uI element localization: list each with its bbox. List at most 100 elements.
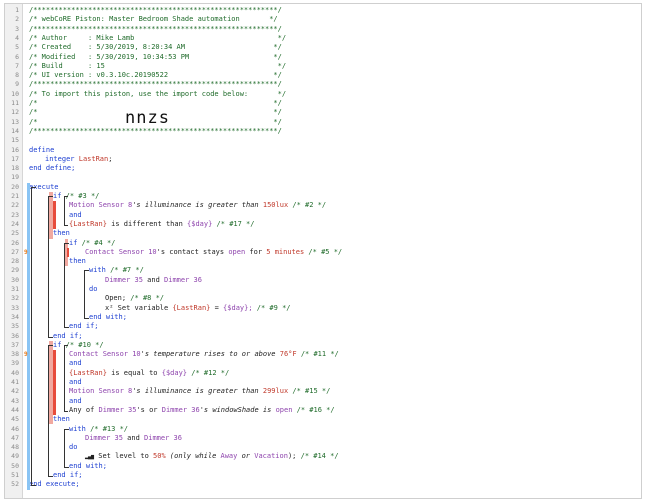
code-line: end execute; [29,480,80,489]
restriction-text: (only while [169,452,217,461]
restriction-text: or [241,452,251,461]
comment-text: /* #12 */ [191,368,230,377]
code-editor[interactable]: 1 2 3 4 5 6 7 8 9 10 11 12 13 14 15 16 17 18 19 20 21 22 23 24 2… [4,3,642,499]
code-line: do [69,443,77,452]
attribute-text: 's illuminance is greater than [132,201,259,210]
code-line: {LastRan} is different than {$day} /* #1… [69,219,255,228]
keyword: end if; [69,322,99,331]
code-line: end with; [69,462,107,471]
keyword: with [89,266,106,275]
comment-text: /***************************************… [29,126,282,135]
code-line: /* */ [29,99,282,108]
code-line: Dimmer 35 and Dimmer 36 [105,275,202,284]
code-line: Any of Dimmer 35's or Dimmer 36's window… [69,405,335,414]
code-line: end define; [29,164,75,173]
keyword: if [53,192,62,200]
block-bracket [64,344,68,412]
code-line: /***************************************… [29,80,282,89]
code-line: /* webCoRE Piston: Master Bedroom Shade … [29,15,278,24]
code-line: if /* #4 */ [69,239,115,248]
condition-active-bar [53,201,56,230]
code-line: Contact Sensor 10's contact stays open f… [85,247,343,256]
code-line: integer LastRan; [45,154,113,163]
comment-text: /***************************************… [29,24,282,33]
code-line: {LastRan} is equal to {$day} /* #12 */ [69,368,230,377]
keyword: do [69,443,78,452]
keyword: end if; [53,471,83,479]
keyword: if [53,340,62,349]
keyword: end with; [69,461,107,470]
variable-name: {LastRan} [69,219,107,228]
code-line: /***************************************… [29,25,282,34]
condition-active-bar [53,350,56,416]
comment-text: /***************************************… [29,80,282,89]
comment-text: /* #15 */ [292,387,331,396]
keyword: and [69,396,82,405]
comment-text: /* #7 */ [110,266,144,275]
keyword: do [89,285,98,293]
comment-text: /* UI version : v0.3.10c.20190522 */ [29,71,282,80]
device-name: Contact Sensor 10 [69,350,141,359]
comment-text: /* #9 */ [256,303,291,312]
attribute-text: 's temperature rises to or above [140,350,276,359]
block-bracket [64,428,69,468]
code-line: and [69,397,82,406]
comment-text: /* Created : 5/30/2019, 8:20:34 AM */ [29,43,282,52]
device-name: Contact Sensor 10 [85,247,157,256]
code-line: /***************************************… [29,6,282,15]
code-line: end if; [69,322,99,331]
code-line: Motion Sensor 8's illuminance is greater… [69,201,326,210]
warning-icon[interactable]: 9 [24,249,28,256]
value-text: {$day} [161,368,188,377]
block-bracket [48,196,53,338]
comment-text: /* #13 */ [90,424,129,433]
attribute-text: 's windowShade is [199,405,272,414]
keyword: then [53,229,70,238]
code-line: Dimmer 35 and Dimmer 36 [85,433,182,442]
device-name: Dimmer 35 [85,433,123,442]
signal-level-icon: ▂▄▆ [85,454,95,461]
variable-name: LastRan [78,154,109,163]
comment-text: /* #3 */ [65,192,100,200]
numeric-value: 150lux [262,201,289,210]
keyword: integer [45,154,75,163]
device-name: Dimmer 35 [98,405,137,414]
code-line: with /* #13 */ [69,425,128,434]
block-bracket [64,196,68,226]
comment-text: /* Author : Mike Lamb */ [29,33,287,42]
device-name: Dimmer 35 [105,275,143,284]
code-line: then [53,415,70,424]
warning-icon[interactable]: 9 [24,351,28,358]
variable-name: {LastRan} [69,368,107,377]
variable-name: {LastRan} [172,303,211,312]
code-line: end with; [89,313,127,322]
value-text: {$day} [187,219,213,228]
code-line: end if; [53,471,83,480]
import-code: nnzs [125,108,170,128]
code-line: then [53,229,70,238]
keyword: define [29,145,55,154]
code-line: /* UI version : v0.3.10c.20190522 */ [29,71,282,80]
device-name: Dimmer 36 [144,433,182,442]
keyword: if [69,238,78,247]
code-line: /***************************************… [29,127,282,136]
code-line: x² Set variable {LastRan} = {$day}; /* #… [105,303,291,312]
comment-text: /* #2 */ [292,201,327,210]
keyword: with [69,424,86,433]
comment-text: /* Build : 15 */ [29,61,287,70]
comment-text: /* #14 */ [300,452,339,461]
code-line: then [69,257,86,266]
block-bracket [84,270,89,319]
keyword: end if; [53,331,83,340]
comment-text: /* #8 */ [130,294,165,303]
comment-text: /***************************************… [29,6,282,14]
keyword: end with; [89,312,127,321]
keyword: and [69,378,82,386]
device-name: Motion Sensor 8 [69,201,133,210]
device-name: Motion Sensor 8 [69,387,133,396]
value-text: open [228,247,246,256]
comment-text: /* webCoRE Piston: Master Bedroom Shade … [29,15,278,24]
value-text: open [275,405,293,414]
keyword: and [69,210,82,219]
numeric-value: 299lux [262,387,289,396]
